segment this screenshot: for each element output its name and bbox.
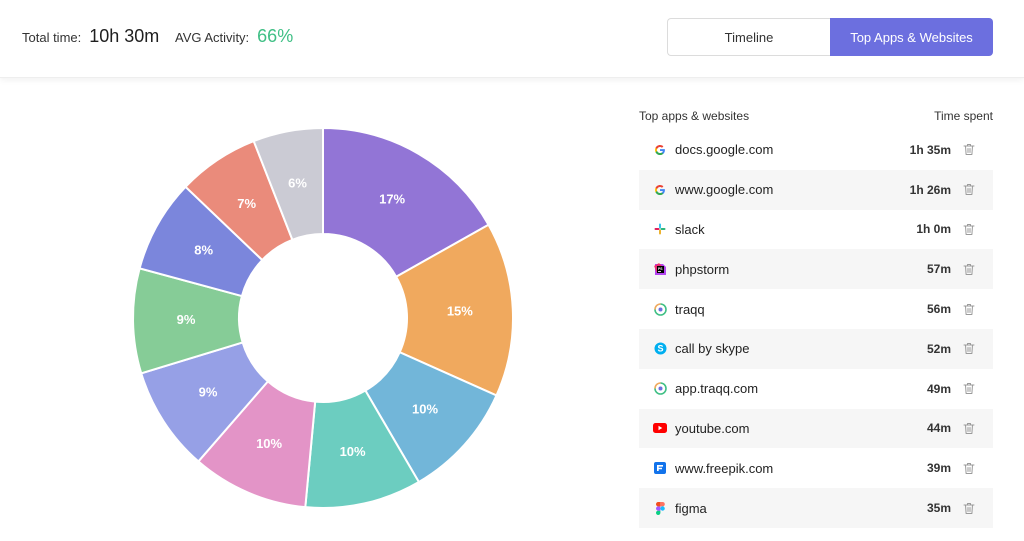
app-name: call by skype	[675, 341, 750, 357]
slice-label: 9%	[199, 385, 218, 400]
list-item[interactable]: docs.google.com 1h 35m	[639, 130, 993, 170]
list-item[interactable]: www.google.com 1h 26m	[639, 169, 993, 210]
trash-icon[interactable]	[963, 382, 975, 395]
total-time-value: 10h 30m	[89, 26, 160, 46]
freepik-icon	[653, 461, 667, 475]
list-item[interactable]: Scall by skype 52m	[639, 328, 993, 369]
avg-activity-stat: AVG Activity: 66%	[175, 26, 293, 47]
trash-icon[interactable]	[963, 183, 975, 196]
slice-label: 15%	[447, 304, 473, 319]
app-time: 1h 26m	[909, 182, 951, 197]
slice-label: 10%	[412, 401, 438, 416]
youtube-icon	[653, 421, 667, 435]
slice-label: 7%	[237, 196, 256, 211]
avg-activity-value: 66%	[257, 26, 294, 46]
list-item[interactable]: youtube.com 44m	[639, 408, 993, 449]
slack-icon	[653, 222, 667, 236]
trash-icon[interactable]	[963, 303, 975, 316]
total-time-stat: Total time: 10h 30m	[22, 26, 159, 47]
app-name: app.traqq.com	[675, 381, 759, 397]
app-name: www.freepik.com	[675, 460, 774, 476]
app-time: 35m	[926, 501, 951, 516]
app-name: slack	[675, 221, 705, 237]
list-item[interactable]: figma 35m	[639, 488, 993, 528]
tab-timeline[interactable]: Timeline	[667, 18, 830, 56]
app-name: www.google.com	[675, 182, 774, 198]
app-name: youtube.com	[675, 420, 750, 436]
trash-icon[interactable]	[963, 143, 975, 156]
google-icon	[653, 183, 667, 197]
trash-icon[interactable]	[963, 422, 975, 435]
slice-label: 10%	[256, 436, 282, 451]
app-name: figma	[675, 500, 707, 516]
traqq-icon	[653, 302, 667, 316]
list-item[interactable]: slack 1h 0m	[639, 210, 993, 250]
slice-label: 8%	[194, 243, 213, 258]
app-time: 52m	[926, 341, 951, 356]
app-time: 39m	[926, 461, 951, 476]
skype-icon: S	[653, 342, 667, 356]
tab-top-apps-websites[interactable]: Top Apps & Websites	[830, 18, 993, 56]
summary-header: Total time: 10h 30m AVG Activity: 66% Ti…	[0, 0, 1024, 78]
app-name: phpstorm	[675, 261, 730, 277]
app-time: 44m	[926, 421, 951, 436]
trash-icon[interactable]	[963, 223, 975, 236]
google-icon	[653, 143, 667, 157]
apps-donut-chart: 17% 15% 10% 10% 10% 9% 9% 8% 7% 6%	[132, 126, 514, 509]
list-item[interactable]: traqq 56m	[639, 289, 993, 329]
list-rows: docs.google.com 1h 35m www.google.com 1h 26…	[639, 130, 993, 528]
trash-icon[interactable]	[963, 462, 975, 475]
app-time: 57m	[926, 262, 951, 277]
list-header-time: Time spent	[934, 109, 993, 123]
list-header: Top apps & websites Time spent	[639, 100, 993, 130]
slice-label: 9%	[177, 312, 196, 327]
svg-text:S: S	[657, 344, 663, 354]
list-item[interactable]: PS phpstorm 57m	[639, 249, 993, 290]
list-header-apps: Top apps & websites	[639, 109, 750, 123]
trash-icon[interactable]	[963, 342, 975, 355]
app-time: 49m	[926, 381, 951, 396]
app-time: 1h 35m	[909, 142, 951, 157]
app-time: 56m	[926, 302, 951, 317]
list-item[interactable]: app.traqq.com 49m	[639, 369, 993, 409]
slice-label: 6%	[288, 175, 307, 190]
list-item[interactable]: www.freepik.com 39m	[639, 448, 993, 488]
svg-text:PS: PS	[658, 267, 663, 271]
slice-label: 17%	[379, 192, 405, 207]
app-name: traqq	[675, 301, 705, 317]
figma-icon	[653, 501, 667, 515]
phpstorm-icon: PS	[653, 262, 667, 276]
total-time-label: Total time:	[22, 30, 82, 45]
avg-activity-label: AVG Activity:	[175, 30, 250, 45]
trash-icon[interactable]	[963, 502, 975, 515]
app-name: docs.google.com	[675, 142, 774, 158]
trash-icon[interactable]	[963, 263, 975, 276]
top-apps-list: Top apps & websites Time spent docs.goog…	[639, 100, 993, 528]
view-toggle: Timeline Top Apps & Websites	[667, 18, 993, 56]
app-time: 1h 0m	[916, 222, 951, 237]
slice-label: 10%	[340, 444, 366, 459]
traqq-icon	[653, 382, 667, 396]
